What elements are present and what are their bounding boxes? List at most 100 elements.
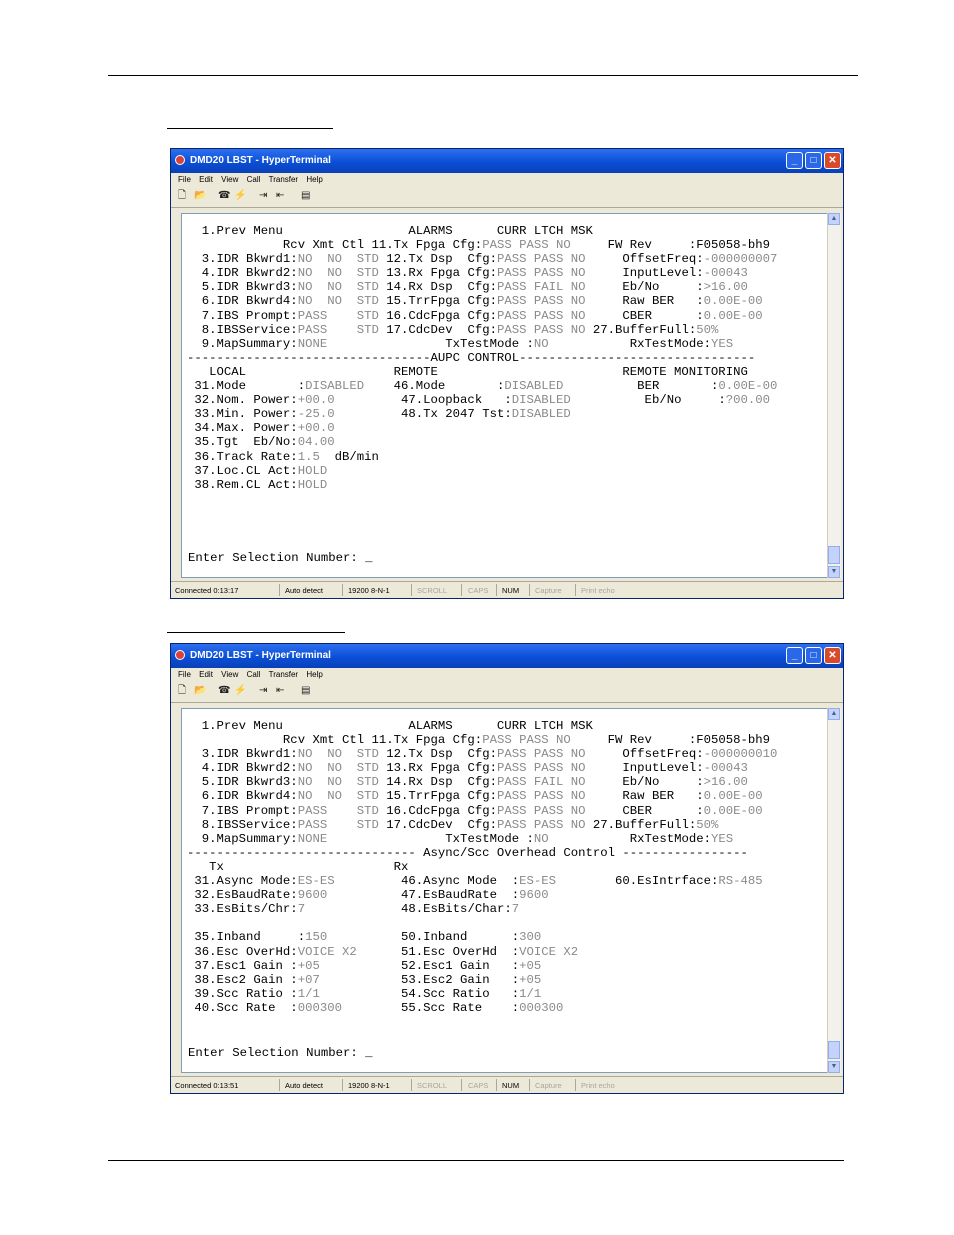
terminal-value: 9600 — [297, 888, 328, 903]
terminal-text: 27.BufferFull: — [585, 322, 697, 337]
terminal-line: Rcv Xmt Ctl 11.Tx Fpga Cfg:PASS PASS NO … — [187, 733, 827, 747]
terminal-line: 40.Scc Rate :000300 55.Scc Rate :000300 — [187, 1001, 827, 1015]
receive-icon[interactable]: ⇤ — [276, 191, 284, 201]
vertical-scrollbar[interactable]: ▲ ▼ — [827, 708, 841, 1073]
menu-file[interactable]: File — [178, 668, 191, 682]
terminal-line: 33.Min. Power:-25.0 48.Tx 2047 Tst:DISAB… — [187, 407, 827, 421]
terminal-line: 6.IDR Bkwrd4:NO NO STD 15.TrrFpga Cfg:PA… — [187, 789, 827, 803]
disconnect-icon[interactable]: ⚡ — [234, 191, 246, 201]
terminal-line: 5.IDR Bkwrd3:NO NO STD 14.Rx Dsp Cfg:PAS… — [187, 280, 827, 294]
terminal-text: 12.Tx Dsp Cfg: — [378, 747, 497, 762]
scroll-down-icon[interactable]: ▼ — [828, 566, 840, 578]
send-icon[interactable]: ⇥ — [259, 686, 267, 696]
status-bar: Connected 0:13:51 Auto detect 19200 8-N-… — [171, 1076, 843, 1093]
terminal-text: InputLevel: — [585, 266, 704, 281]
vertical-scrollbar[interactable]: ▲ ▼ — [827, 213, 841, 578]
terminal-value: DISABLED — [305, 379, 365, 394]
status-bar: Connected 0:13:17 Auto detect 19200 8-N-… — [171, 581, 843, 598]
menu-call[interactable]: Call — [247, 668, 261, 682]
menu-transfer[interactable]: Transfer — [269, 173, 299, 187]
open-folder-icon[interactable]: 📂 — [194, 686, 206, 696]
terminal-value: 0.00E-00 — [703, 789, 763, 804]
terminal-value: DISABLED — [511, 393, 571, 408]
menu-bar: File Edit View Call Transfer Help — [171, 173, 843, 187]
send-icon[interactable]: ⇥ — [259, 191, 267, 201]
terminal-value: YES — [710, 336, 734, 351]
terminal-text: 15.TrrFpga Cfg: — [378, 789, 497, 804]
properties-icon[interactable]: ▤ — [301, 191, 310, 201]
terminal-value: 1/1 — [519, 986, 542, 1001]
menu-view[interactable]: View — [221, 668, 238, 682]
terminal-value: PASS STD — [297, 308, 379, 323]
menu-help[interactable]: Help — [306, 668, 322, 682]
terminal-text: RxTestMode: — [548, 336, 711, 351]
open-folder-icon[interactable]: 📂 — [194, 191, 206, 201]
menu-view[interactable]: View — [221, 173, 238, 187]
page-header-rule — [108, 75, 858, 76]
terminal-line: 5.IDR Bkwrd3:NO NO STD 14.Rx Dsp Cfg:PAS… — [187, 775, 827, 789]
terminal-value: +05 — [297, 958, 320, 973]
terminal-line: Tx Rx — [187, 860, 827, 874]
terminal-value: RS-485 — [718, 874, 763, 889]
terminal-screen[interactable]: 1.Prev Menu ALARMS CURR LTCH MSK Rcv Xmt… — [181, 708, 829, 1073]
status-caps: CAPS — [468, 1081, 489, 1090]
terminal-screen[interactable]: 1.Prev Menu ALARMS CURR LTCH MSK Rcv Xmt… — [181, 213, 829, 578]
terminal-text: 6.IDR Bkwrd4: — [187, 294, 298, 309]
terminal-text: ---------------------------------AUPC CO… — [187, 350, 756, 365]
terminal-text: ------------------------------- Async/Sc… — [187, 845, 748, 860]
minimize-button[interactable]: _ — [786, 647, 803, 664]
status-capture: Capture — [535, 1081, 562, 1090]
terminal-value: -000000010 — [703, 747, 778, 762]
minimize-button[interactable]: _ — [786, 152, 803, 169]
menu-edit[interactable]: Edit — [199, 668, 213, 682]
terminal-text: 52.Esc1 Gain : — [319, 958, 520, 973]
status-settings: 19200 8-N-1 — [348, 1081, 390, 1090]
receive-icon[interactable]: ⇤ — [276, 686, 284, 696]
terminal-text: 46.Async Mode : — [334, 874, 520, 889]
terminal-value: +00.0 — [297, 393, 335, 408]
terminal-line: 31.Mode :DISABLED 46.Mode :DISABLED BER … — [187, 379, 827, 393]
terminal-value: NO NO STD — [297, 252, 379, 267]
terminal-value: -00043 — [703, 266, 748, 281]
terminal-text: 35.Inband : — [187, 930, 306, 945]
new-file-icon[interactable]: 🗋 — [178, 686, 186, 696]
menu-edit[interactable]: Edit — [199, 173, 213, 187]
scroll-down-icon[interactable]: ▼ — [828, 1061, 840, 1073]
terminal-content: 1.Prev Menu ALARMS CURR LTCH MSK Rcv Xmt… — [187, 224, 827, 492]
menu-transfer[interactable]: Transfer — [269, 668, 299, 682]
terminal-line: 37.Esc1 Gain :+05 52.Esc1 Gain :+05 — [187, 959, 827, 973]
new-file-icon[interactable]: 🗋 — [178, 191, 186, 201]
terminal-value: 0.00E-00 — [703, 308, 763, 323]
terminal-line: 35.Tgt Eb/No:04.00 — [187, 435, 827, 449]
terminal-value: >16.00 — [703, 280, 748, 295]
maximize-button[interactable]: □ — [805, 152, 822, 169]
menu-help[interactable]: Help — [306, 173, 322, 187]
terminal-text: 14.Rx Dsp Cfg: — [378, 775, 497, 790]
scroll-thumb[interactable] — [828, 546, 840, 564]
maximize-button[interactable]: □ — [805, 647, 822, 664]
terminal-value: VOICE X2 — [297, 944, 357, 959]
terminal-text: 3.IDR Bkwrd1: — [187, 747, 298, 762]
terminal-value: NO NO STD — [297, 266, 379, 281]
terminal-value: 7 — [297, 902, 306, 917]
terminal-text: 39.Scc Ratio : — [187, 986, 298, 1001]
terminal-text: 15.TrrFpga Cfg: — [378, 294, 497, 309]
dial-icon[interactable]: ☎ — [218, 191, 230, 201]
dial-icon[interactable]: ☎ — [218, 686, 230, 696]
close-button[interactable]: ✕ — [824, 647, 841, 664]
disconnect-icon[interactable]: ⚡ — [234, 686, 246, 696]
menu-file[interactable]: File — [178, 173, 191, 187]
scroll-up-icon[interactable]: ▲ — [828, 708, 840, 720]
hyperterminal-window-async-overhead: DMD20 LBST - HyperTerminal _ □ ✕ File Ed… — [170, 643, 844, 1094]
terminal-value: PASS PASS NO — [496, 294, 586, 309]
close-button[interactable]: ✕ — [824, 152, 841, 169]
menu-call[interactable]: Call — [247, 173, 261, 187]
status-print-echo: Print echo — [581, 586, 615, 595]
terminal-value: NO NO STD — [297, 280, 379, 295]
scroll-up-icon[interactable]: ▲ — [828, 213, 840, 225]
scroll-thumb[interactable] — [828, 1041, 840, 1059]
terminal-text: Raw BER : — [585, 789, 704, 804]
properties-icon[interactable]: ▤ — [301, 686, 310, 696]
title-bar: DMD20 LBST - HyperTerminal _ □ ✕ — [171, 644, 843, 668]
terminal-value: NO — [533, 831, 549, 846]
